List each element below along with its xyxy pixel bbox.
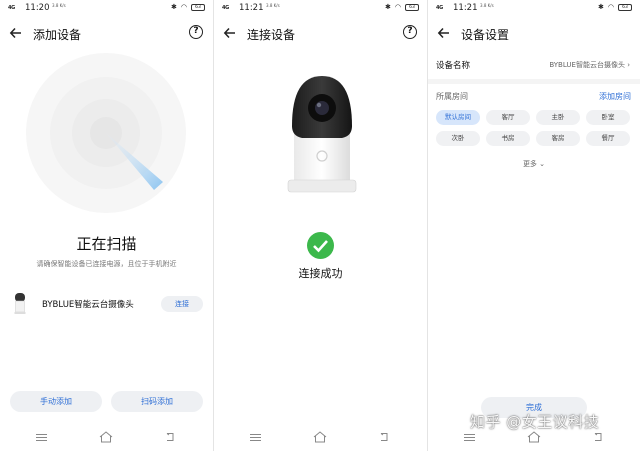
chevron-right-icon: › (627, 61, 630, 69)
more-rooms-toggle[interactable]: 更多 ⌄ (428, 159, 640, 169)
bluetooth-icon: ✱ (385, 3, 391, 11)
wifi-icon: ◠ (394, 3, 401, 11)
camera-product-image (287, 76, 357, 193)
back-arrow-icon[interactable] (9, 26, 23, 40)
connect-device-screen: 4G 11:21 3.8 K/s ✱ ◠ 63 连接设备 ? 连接成功 (214, 0, 427, 451)
app-header: 连接设备 ? (214, 22, 427, 46)
help-icon[interactable]: ? (403, 25, 417, 39)
app-header: 添加设备 ? (0, 22, 213, 46)
camera-thumbnail-icon (14, 293, 26, 314)
connection-success-text: 连接成功 (298, 267, 343, 280)
status-time: 11:21 (239, 3, 264, 13)
wifi-icon: ◠ (607, 3, 614, 11)
room-label: 所属房间 (436, 92, 468, 101)
system-nav-bar (214, 431, 427, 445)
menu-icon[interactable] (36, 434, 47, 443)
home-icon[interactable] (313, 431, 327, 443)
room-chip-default[interactable]: 默认房间 (436, 110, 480, 125)
status-time: 11:20 (25, 3, 50, 13)
scanning-title: 正在扫描 (76, 235, 137, 253)
device-name-value: BYBLUE智能云台摄像头 › (549, 61, 630, 69)
back-arrow-icon[interactable] (223, 26, 237, 40)
page-title: 连接设备 (247, 28, 296, 42)
nav-back-icon[interactable] (379, 432, 389, 442)
add-device-screen: 4G 11:20 3.8 K/s ✱ ◠ 63 添加设备 ? 正在扫描 请确保智… (0, 0, 213, 451)
page-title: 设备设置 (461, 28, 510, 42)
back-arrow-icon[interactable] (437, 26, 451, 40)
home-icon[interactable] (99, 431, 113, 443)
device-name-label: 设备名称 (436, 61, 471, 71)
watermark: 知乎 @女王议科技 (470, 413, 600, 431)
room-chip[interactable]: 餐厅 (586, 131, 630, 146)
network-indicator: 4G (8, 5, 15, 11)
network-speed: 3.8 K/s (266, 3, 280, 8)
room-chip[interactable]: 次卧 (436, 131, 480, 146)
home-icon[interactable] (527, 431, 541, 443)
room-chip[interactable]: 主卧 (536, 110, 580, 125)
scanning-hint: 请确保智能设备已连接电源，且位于手机附近 (36, 260, 177, 268)
page-title: 添加设备 (33, 28, 82, 42)
manual-add-button[interactable]: 手动添加 (10, 391, 102, 412)
nav-back-icon[interactable] (593, 432, 603, 442)
room-chip[interactable]: 卧室 (586, 110, 630, 125)
connect-button[interactable]: 连接 (161, 296, 203, 312)
chevron-down-icon: ⌄ (539, 160, 546, 168)
section-separator (428, 79, 640, 84)
room-chip[interactable]: 客房 (536, 131, 580, 146)
battery-icon: 63 (618, 3, 632, 11)
network-speed: 3.8 K/s (480, 3, 494, 8)
status-bar: 4G 11:21 3.8 K/s ✱ ◠ 63 (214, 3, 427, 15)
network-indicator: 4G (222, 5, 229, 11)
bluetooth-icon: ✱ (171, 3, 177, 11)
system-nav-bar (0, 431, 213, 445)
scan-code-add-button[interactable]: 扫码添加 (111, 391, 203, 412)
room-chip[interactable]: 书房 (486, 131, 530, 146)
status-bar: 4G 11:20 3.8 K/s ✱ ◠ 63 (0, 3, 213, 15)
menu-icon[interactable] (250, 434, 261, 443)
network-speed: 3.8 K/s (52, 3, 66, 8)
system-nav-bar (428, 431, 640, 445)
room-chip[interactable]: 客厅 (486, 110, 530, 125)
help-icon[interactable]: ? (189, 25, 203, 39)
status-bar: 4G 11:21 3.8 K/s ✱ ◠ 63 (428, 3, 640, 15)
bluetooth-icon: ✱ (598, 3, 604, 11)
add-room-link[interactable]: 添加房间 (599, 91, 631, 102)
battery-icon: 63 (405, 3, 419, 11)
battery-icon: 63 (191, 3, 205, 11)
success-check-icon (307, 232, 334, 259)
nav-back-icon[interactable] (165, 432, 175, 442)
network-indicator: 4G (436, 5, 443, 11)
app-header: 设备设置 (428, 22, 640, 46)
wifi-icon: ◠ (180, 3, 187, 11)
device-name: BYBLUE智能云台摄像头 (42, 300, 134, 310)
menu-icon[interactable] (464, 434, 475, 443)
status-time: 11:21 (453, 3, 478, 13)
scanning-radar (26, 53, 186, 213)
found-device-row: BYBLUE智能云台摄像头 连接 (10, 292, 203, 316)
device-settings-screen: 4G 11:21 3.8 K/s ✱ ◠ 63 设备设置 设备名称 BYBLUE… (428, 0, 640, 451)
